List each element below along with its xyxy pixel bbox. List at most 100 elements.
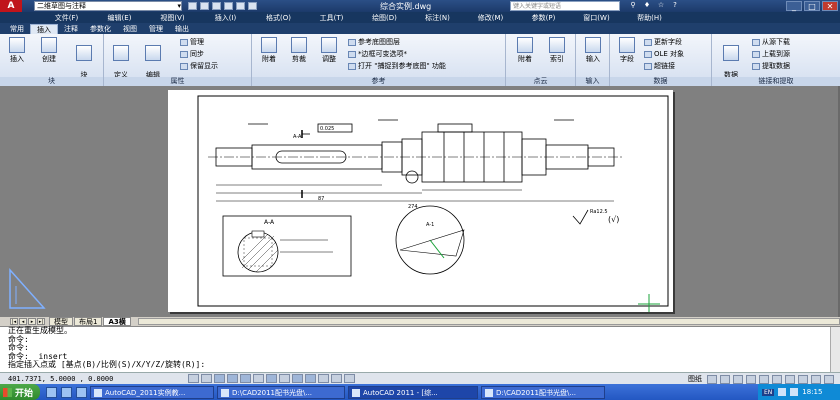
command-line[interactable]: 正在重生成模型。 命令: 命令: 命令: _insert 指定插入点或 [基点(… xyxy=(0,326,840,373)
insert-block-button[interactable]: 插入 xyxy=(4,37,30,63)
selection-cycling-icon[interactable] xyxy=(344,374,355,383)
menu-view[interactable]: 视图(V) xyxy=(146,13,199,23)
tab-output[interactable]: 输出 xyxy=(169,24,195,34)
prev-layout-icon[interactable]: ◂ xyxy=(19,318,27,325)
annotation-scale-icon[interactable] xyxy=(785,374,795,384)
menu-help[interactable]: 帮助(H) xyxy=(623,13,676,23)
tab-view[interactable]: 视图 xyxy=(117,24,143,34)
osnap-icon[interactable] xyxy=(240,374,251,383)
clip-reference-button[interactable]: 剪裁 xyxy=(286,37,312,63)
command-scrollbar[interactable] xyxy=(830,327,840,373)
manage-attributes-button[interactable]: 管理 xyxy=(180,38,204,47)
transparency-icon[interactable] xyxy=(318,374,329,383)
network-icon[interactable] xyxy=(778,388,787,396)
last-layout-icon[interactable]: ▸| xyxy=(37,318,45,325)
search-input[interactable]: 键入关键字或短语 xyxy=(510,1,620,11)
desktop-icon[interactable] xyxy=(61,386,72,398)
create-block-button[interactable]: 创建 xyxy=(36,37,62,63)
menu-modify[interactable]: 修改(M) xyxy=(464,13,517,23)
search-icon[interactable]: ⚲ xyxy=(628,1,638,10)
command-prompt[interactable]: 指定插入点或 [基点(B)/比例(S)/X/Y/Z/旋转(R)]: xyxy=(8,360,840,370)
lineweight-icon[interactable] xyxy=(305,374,316,383)
application-menu-button[interactable]: A xyxy=(0,0,22,12)
browser-icon[interactable] xyxy=(46,386,57,398)
next-layout-icon[interactable]: ▸ xyxy=(28,318,36,325)
ducs-icon[interactable] xyxy=(279,374,290,383)
3d-osnap-icon[interactable] xyxy=(253,374,264,383)
quick-view-drawings-icon[interactable] xyxy=(720,374,730,384)
upload-to-source-button[interactable]: 上载到源 xyxy=(752,50,790,59)
menu-format[interactable]: 格式(O) xyxy=(252,13,305,23)
showmotion-icon[interactable] xyxy=(772,374,782,384)
snap-mode-icon[interactable] xyxy=(188,374,199,383)
tab-home[interactable]: 常用 xyxy=(4,24,30,34)
language-indicator[interactable]: EN xyxy=(762,388,775,396)
menu-tools[interactable]: 工具(T) xyxy=(305,13,358,23)
update-fields-button[interactable]: 更新字段 xyxy=(644,38,682,47)
help-icon[interactable]: ? xyxy=(670,1,680,10)
attach-pointcloud-button[interactable]: 附着 xyxy=(512,37,538,63)
save-icon[interactable] xyxy=(212,2,221,10)
tab-annotate[interactable]: 注释 xyxy=(58,24,84,34)
sync-attributes-button[interactable]: 同步 xyxy=(180,50,204,59)
communication-icon[interactable]: ☆ xyxy=(656,1,666,10)
lock-icon[interactable] xyxy=(811,374,821,384)
new-icon[interactable] xyxy=(188,2,197,10)
subscription-icon[interactable]: ♦ xyxy=(642,1,652,10)
polar-icon[interactable] xyxy=(227,374,238,383)
dyn-input-icon[interactable] xyxy=(292,374,303,383)
tab-model[interactable]: 模型 xyxy=(49,317,73,326)
redo-icon[interactable] xyxy=(248,2,257,10)
plot-icon[interactable] xyxy=(224,2,233,10)
close-button[interactable]: ✕ xyxy=(822,1,838,11)
tab-parametric[interactable]: 参数化 xyxy=(84,24,117,34)
minimize-button[interactable]: _ xyxy=(786,1,802,11)
clock[interactable]: 18:15 xyxy=(802,388,822,396)
menu-file[interactable]: 文件(F) xyxy=(40,13,93,23)
media-icon[interactable] xyxy=(76,386,87,398)
paper-space-label[interactable]: 图纸 xyxy=(686,374,704,384)
ortho-icon[interactable] xyxy=(214,374,225,383)
pan-icon[interactable] xyxy=(733,374,743,384)
snap-underlay-button[interactable]: 打开 "捕捉到参考底图" 功能 xyxy=(348,62,446,71)
menu-edit[interactable]: 编辑(E) xyxy=(93,13,146,23)
horizontal-scrollbar[interactable] xyxy=(137,318,840,325)
adjust-reference-button[interactable]: 调整 xyxy=(316,37,342,63)
import-button[interactable]: 输入 xyxy=(580,37,606,63)
download-from-source-button[interactable]: 从源下载 xyxy=(752,38,790,47)
taskbar-item[interactable]: D:\CAD2011配书光盘\... xyxy=(217,385,345,399)
taskbar-item[interactable]: D:\CAD2011配书光盘\... xyxy=(481,385,605,399)
tab-manage[interactable]: 管理 xyxy=(143,24,169,34)
workspace-switch-icon[interactable] xyxy=(798,374,808,384)
field-button[interactable]: 字段 xyxy=(614,37,640,63)
drawing-canvas[interactable]: A-A 87 274 0.025 A-A A-1 Ra12.5 (√) xyxy=(0,86,840,317)
attach-reference-button[interactable]: 附着 xyxy=(256,37,282,63)
taskbar-item[interactable]: AutoCAD_2011实例教... xyxy=(90,385,214,399)
tab-insert[interactable]: 插入 xyxy=(30,24,58,34)
maximize-button[interactable]: □ xyxy=(804,1,820,11)
ole-object-button[interactable]: OLE 对象 xyxy=(644,50,684,59)
zoom-icon[interactable] xyxy=(746,374,756,384)
menu-parametric[interactable]: 参数(P) xyxy=(517,13,570,23)
index-pointcloud-button[interactable]: 索引 xyxy=(544,37,570,63)
frame-variable-dropdown[interactable]: *边框可变选项* xyxy=(348,50,407,59)
quick-view-layouts-icon[interactable] xyxy=(707,374,717,384)
hyperlink-button[interactable]: 超链接 xyxy=(644,62,675,71)
taskbar-item[interactable]: AutoCAD 2011 - [综... xyxy=(348,385,478,399)
undo-icon[interactable] xyxy=(236,2,245,10)
grid-icon[interactable] xyxy=(201,374,212,383)
underlay-layers-button[interactable]: 参考底图图层 xyxy=(348,38,400,47)
menu-draw[interactable]: 绘图(D) xyxy=(358,13,411,23)
volume-icon[interactable] xyxy=(790,388,799,396)
menu-window[interactable]: 窗口(W) xyxy=(570,13,623,23)
clean-screen-icon[interactable] xyxy=(824,374,834,384)
quick-properties-icon[interactable] xyxy=(331,374,342,383)
keep-display-button[interactable]: 保留显示 xyxy=(180,62,218,71)
first-layout-icon[interactable]: |◂ xyxy=(10,318,18,325)
steeringwheel-icon[interactable] xyxy=(759,374,769,384)
menu-insert[interactable]: 插入(I) xyxy=(199,13,252,23)
open-icon[interactable] xyxy=(200,2,209,10)
tab-a3[interactable]: A3横 xyxy=(103,317,131,326)
menu-dimension[interactable]: 标注(N) xyxy=(411,13,464,23)
workspace-select[interactable]: 二维草图与注释 ▾ xyxy=(34,1,182,11)
